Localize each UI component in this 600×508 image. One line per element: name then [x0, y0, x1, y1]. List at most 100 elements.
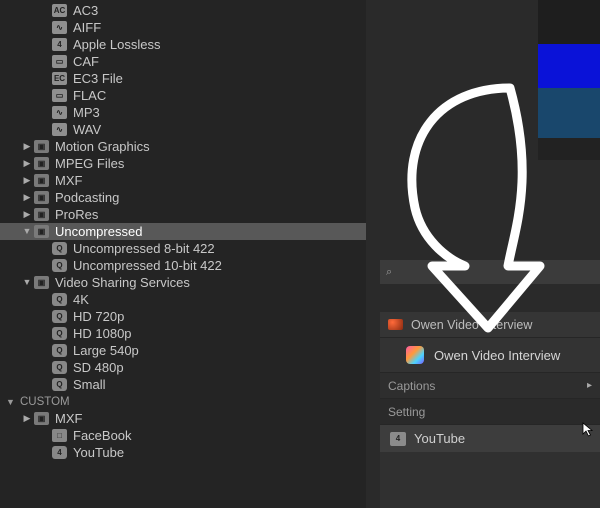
tree-item-label: EC3 File [73, 70, 366, 87]
tree-item-aiff[interactable]: ▶ ∿ AIFF [0, 19, 366, 36]
disclosure-arrow-icon[interactable]: ▼ [22, 227, 32, 237]
tree-item-label: HD 1080p [73, 325, 366, 342]
setting-value-row[interactable]: 4 YouTube [380, 424, 600, 452]
preset-icon: ∿ [52, 106, 67, 119]
tree-item-sd480[interactable]: ▶ Q SD 480p [0, 359, 366, 376]
disclosure-arrow-icon[interactable]: ▼ [6, 397, 16, 407]
preview-tile [538, 88, 600, 138]
tree-item-uncompressed-10bit[interactable]: ▶ Q Uncompressed 10-bit 422 [0, 257, 366, 274]
preset-icon: Q [52, 344, 67, 357]
preset-icon: 4 [390, 432, 406, 446]
preset-icon: Q [52, 327, 67, 340]
tree-item-wav[interactable]: ▶ ∿ WAV [0, 121, 366, 138]
setting-value-text: YouTube [414, 431, 465, 446]
disclosure-arrow-icon[interactable]: ▶ [22, 414, 32, 424]
device-icon: □ [52, 429, 67, 442]
tree-item-label: 4K [73, 291, 366, 308]
preset-icon: 4 [52, 446, 67, 459]
tree-item-apple-lossless[interactable]: ▶ 4 Apple Lossless [0, 36, 366, 53]
tree-folder-prores[interactable]: ▶ ▣ ProRes [0, 206, 366, 223]
tree-item-label: Motion Graphics [55, 138, 366, 155]
folder-icon: ▣ [34, 225, 49, 238]
preview-tile [538, 0, 600, 44]
folder-icon: ▣ [34, 208, 49, 221]
tree-folder-mpeg-files[interactable]: ▶ ▣ MPEG Files [0, 155, 366, 172]
preset-icon: ▭ [52, 89, 67, 102]
tree-group-label: CUSTOM [20, 396, 70, 408]
preset-icon: ∿ [52, 21, 67, 34]
preset-icon: Q [52, 242, 67, 255]
right-pane: ⌕ Owen Video Interview Owen Video Interv… [366, 0, 600, 508]
tree-item-label: Large 540p [73, 342, 366, 359]
folder-icon: ▣ [34, 276, 49, 289]
tree-item-facebook[interactable]: ▶ □ FaceBook [0, 427, 366, 444]
captions-field[interactable]: Captions ▸ [380, 372, 600, 398]
tree-folder-podcasting[interactable]: ▶ ▣ Podcasting [0, 189, 366, 206]
tree-item-mp3[interactable]: ▶ ∿ MP3 [0, 104, 366, 121]
preset-icon: 4 [52, 38, 67, 51]
fcp-icon [406, 346, 424, 364]
source-app-icon [388, 319, 403, 330]
batch-item[interactable]: Owen Video Interview [380, 338, 600, 372]
tree-item-hd720[interactable]: ▶ Q HD 720p [0, 308, 366, 325]
tree-folder-uncompressed[interactable]: ▼ ▣ Uncompressed [0, 223, 366, 240]
tree-item-label: ProRes [55, 206, 366, 223]
tree-item-label: FLAC [73, 87, 366, 104]
folder-icon: ▣ [34, 412, 49, 425]
tree-item-4k[interactable]: ▶ Q 4K [0, 291, 366, 308]
folder-icon: ▣ [34, 157, 49, 170]
tree-item-youtube[interactable]: ▶ 4 YouTube [0, 444, 366, 461]
preset-icon: AC [52, 4, 67, 17]
tree-item-label: Uncompressed 10-bit 422 [73, 257, 366, 274]
tree-item-label: Podcasting [55, 189, 366, 206]
tree-item-label: MP3 [73, 104, 366, 121]
batch-item-title: Owen Video Interview [434, 348, 560, 363]
preset-icon: Q [52, 310, 67, 323]
tree-item-ac3[interactable]: ▶ AC AC3 [0, 2, 366, 19]
tree-item-label: MXF [55, 410, 366, 427]
setting-field-label: Setting [380, 398, 600, 424]
tree-item-label: Uncompressed [55, 223, 366, 240]
folder-icon: ▣ [34, 174, 49, 187]
tree-item-label: MPEG Files [55, 155, 366, 172]
disclosure-arrow-icon[interactable]: ▼ [22, 278, 32, 288]
batch-title: Owen Video Interview [411, 318, 532, 332]
field-label: Setting [388, 405, 425, 419]
disclosure-arrow-icon[interactable]: ▶ [22, 210, 32, 220]
preset-icon: Q [52, 378, 67, 391]
tree-item-uncompressed-8bit[interactable]: ▶ Q Uncompressed 8-bit 422 [0, 240, 366, 257]
disclosure-arrow-icon[interactable]: ▶ [22, 159, 32, 169]
tree-item-ec3[interactable]: ▶ EC EC3 File [0, 70, 366, 87]
tree-item-small[interactable]: ▶ Q Small [0, 376, 366, 393]
batch-panel: Owen Video Interview Owen Video Intervie… [380, 312, 600, 508]
tree-item-flac[interactable]: ▶ ▭ FLAC [0, 87, 366, 104]
preset-icon: Q [52, 293, 67, 306]
search-bar[interactable]: ⌕ [380, 260, 600, 284]
tree-item-label: SD 480p [73, 359, 366, 376]
preview-tiles [538, 0, 600, 160]
tree-folder-mxf[interactable]: ▶ ▣ MXF [0, 172, 366, 189]
tree-item-hd1080[interactable]: ▶ Q HD 1080p [0, 325, 366, 342]
tree-item-label: YouTube [73, 444, 366, 461]
tree-folder-motion-graphics[interactable]: ▶ ▣ Motion Graphics [0, 138, 366, 155]
tree-item-label: AIFF [73, 19, 366, 36]
tree-folder-custom-mxf[interactable]: ▶ ▣ MXF [0, 410, 366, 427]
tree-group-custom[interactable]: ▼ CUSTOM [0, 393, 366, 410]
field-label: Captions [388, 379, 435, 393]
tree-item-label: Uncompressed 8-bit 422 [73, 240, 366, 257]
preview-tile [538, 138, 600, 160]
disclosure-arrow-icon[interactable]: ▶ [22, 193, 32, 203]
folder-icon: ▣ [34, 140, 49, 153]
tree-item-label: FaceBook [73, 427, 366, 444]
tree-item-label: Video Sharing Services [55, 274, 366, 291]
chevron-right-icon: ▸ [587, 380, 592, 391]
folder-icon: ▣ [34, 191, 49, 204]
tree-item-label: AC3 [73, 2, 366, 19]
disclosure-arrow-icon[interactable]: ▶ [22, 142, 32, 152]
tree-item-large540[interactable]: ▶ Q Large 540p [0, 342, 366, 359]
tree-item-caf[interactable]: ▶ ▭ CAF [0, 53, 366, 70]
batch-header[interactable]: Owen Video Interview [380, 312, 600, 338]
tree-item-label: MXF [55, 172, 366, 189]
disclosure-arrow-icon[interactable]: ▶ [22, 176, 32, 186]
tree-folder-video-sharing[interactable]: ▼ ▣ Video Sharing Services [0, 274, 366, 291]
